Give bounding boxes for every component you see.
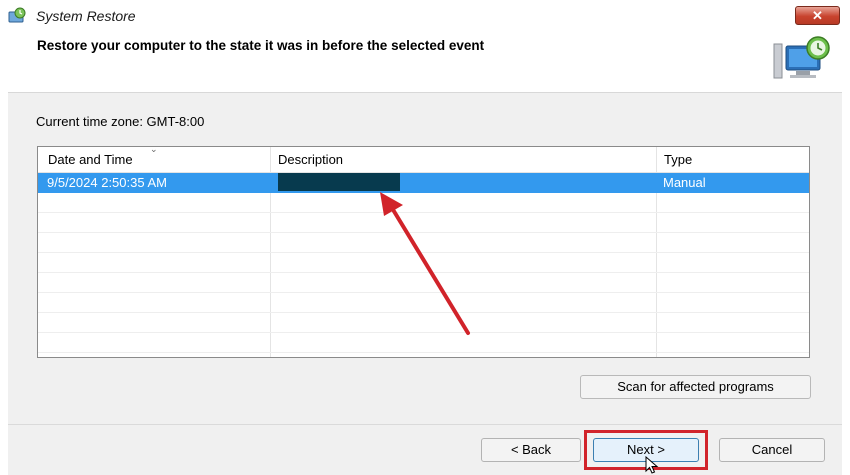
redacted-description — [278, 173, 400, 191]
page-title: Restore your computer to the state it wa… — [37, 38, 485, 53]
close-button[interactable]: ✕ — [795, 6, 840, 25]
restore-points-list[interactable]: Date and Time ⌄ Description Type 9/5/202… — [37, 146, 810, 358]
footer-divider — [8, 424, 842, 425]
list-item — [38, 213, 809, 233]
wizard-header: Restore your computer to the state it wa… — [8, 34, 842, 93]
title-bar: System Restore ✕ — [0, 0, 850, 34]
row-type: Manual — [663, 175, 706, 190]
column-header-date-time[interactable]: Date and Time — [48, 152, 133, 167]
computer-restore-icon — [773, 36, 830, 79]
cancel-button[interactable]: Cancel — [719, 438, 825, 462]
column-header-description[interactable]: Description — [278, 152, 343, 167]
sort-indicator-icon: ⌄ — [150, 146, 158, 154]
list-header: Date and Time ⌄ Description Type — [38, 147, 809, 173]
list-item — [38, 193, 809, 213]
back-button[interactable]: < Back — [481, 438, 581, 462]
list-item — [38, 253, 809, 273]
scan-affected-programs-button[interactable]: Scan for affected programs — [580, 375, 811, 399]
window-title: System Restore — [36, 8, 136, 24]
column-header-type[interactable]: Type — [664, 152, 692, 167]
list-item — [38, 313, 809, 333]
timezone-label: Current time zone: GMT-8:00 — [36, 114, 205, 129]
system-restore-icon — [8, 7, 26, 23]
list-item — [38, 273, 809, 293]
list-item — [38, 233, 809, 253]
row-date-time: 9/5/2024 2:50:35 AM — [47, 175, 167, 190]
mouse-cursor-icon — [645, 456, 659, 474]
list-item — [38, 333, 809, 353]
list-item — [38, 293, 809, 313]
table-row[interactable]: 9/5/2024 2:50:35 AM Manual — [38, 173, 809, 193]
